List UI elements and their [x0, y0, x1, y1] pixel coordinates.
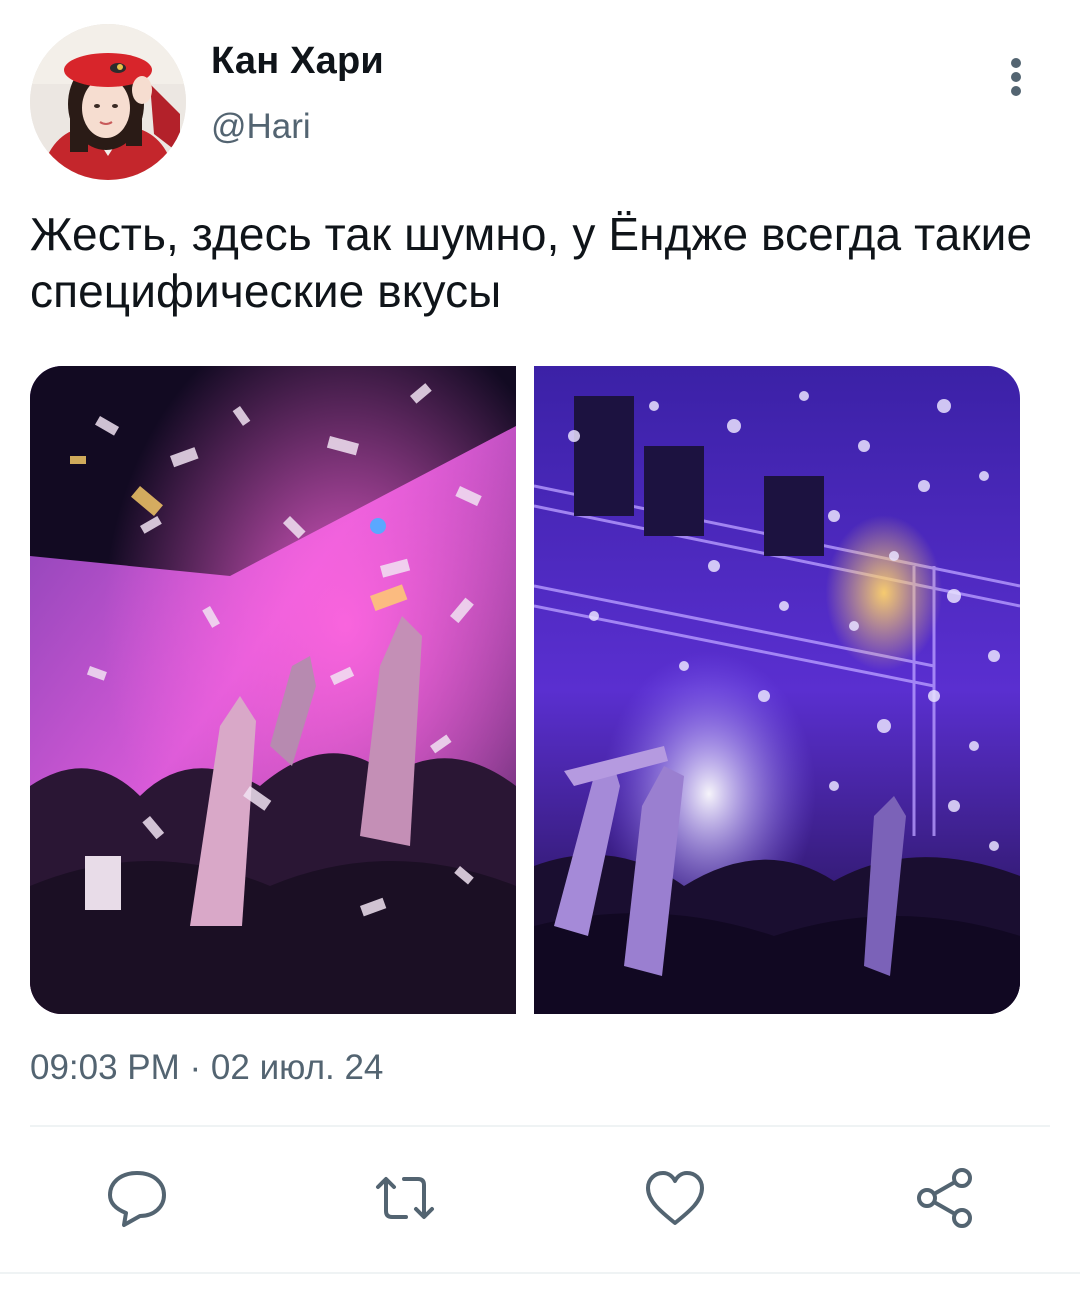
avatar[interactable] — [30, 24, 186, 180]
divider — [30, 1125, 1050, 1127]
tweet-photo-1[interactable] — [30, 366, 516, 1014]
retweet-button[interactable] — [370, 1163, 440, 1233]
photo-concert-image — [534, 366, 1020, 1014]
avatar-image — [30, 24, 186, 180]
share-button[interactable] — [910, 1163, 980, 1233]
share-icon — [917, 1168, 972, 1228]
speech-bubble-icon — [108, 1171, 166, 1227]
tweet-timestamp[interactable]: 09:03 PM · 02 июл. 24 — [30, 1048, 383, 1088]
like-button[interactable] — [640, 1163, 710, 1233]
bottom-divider — [0, 1272, 1080, 1274]
more-options-icon — [1011, 58, 1021, 68]
user-handle[interactable]: @Hari — [211, 107, 311, 147]
display-name[interactable]: Кан Хари — [211, 40, 384, 83]
more-options-button[interactable] — [996, 50, 1036, 100]
tweet-photo-2[interactable] — [534, 366, 1020, 1014]
photo-party-image — [30, 366, 516, 1014]
reply-button[interactable] — [102, 1163, 172, 1233]
tweet-text: Жесть, здесь так шумно, у Ёндже всегда т… — [30, 208, 1033, 317]
retweet-icon — [376, 1177, 434, 1219]
heart-icon — [646, 1171, 704, 1225]
